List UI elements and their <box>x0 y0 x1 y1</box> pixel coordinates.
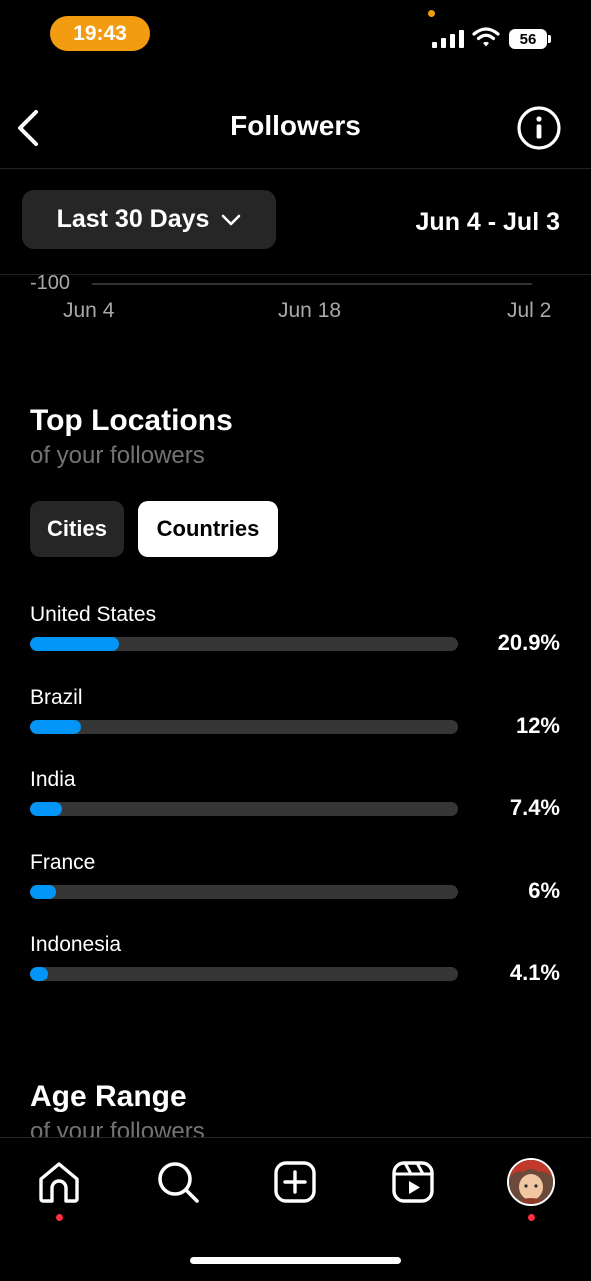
battery-tip <box>548 35 551 43</box>
location-percent: 20.9% <box>497 630 560 655</box>
period-label: Last 30 Days <box>56 205 210 233</box>
header-divider <box>0 168 591 169</box>
location-bar-track <box>30 720 458 734</box>
date-range: Jun 4 - Jul 3 <box>415 208 560 236</box>
chart-x-tick: Jun 4 <box>63 299 115 322</box>
location-name: United States <box>30 603 157 626</box>
location-bar-track <box>30 885 458 899</box>
home-icon[interactable] <box>36 1159 82 1205</box>
location-percent: 7.4% <box>509 795 560 820</box>
location-bar-track <box>30 967 458 981</box>
home-notification-dot <box>56 1214 63 1221</box>
chart-x-tick: Jun 18 <box>278 299 342 322</box>
chart-gridline <box>92 283 532 285</box>
chevron-down-icon <box>222 214 241 225</box>
cellular-signal-icon <box>432 30 464 48</box>
status-time: 19:43 <box>50 16 150 51</box>
location-bar-track <box>30 637 458 651</box>
period-dropdown[interactable]: Last 30 Days <box>22 190 276 249</box>
tab-countries[interactable]: Countries <box>138 501 278 557</box>
selector-divider <box>0 274 591 275</box>
location-percent: 6% <box>528 878 560 903</box>
create-post-icon[interactable] <box>272 1159 318 1205</box>
home-indicator <box>190 1257 401 1264</box>
age-range-title: Age Range <box>30 1080 187 1113</box>
location-percent: 4.1% <box>509 960 560 985</box>
profile-notification-dot <box>528 1214 535 1221</box>
section-subtitle: of your followers <box>30 442 205 469</box>
profile-avatar[interactable] <box>507 1158 555 1206</box>
privacy-indicator <box>428 10 435 17</box>
location-bar-fill <box>30 637 120 651</box>
location-name: France <box>30 851 96 874</box>
chart-x-tick: Jul 2 <box>507 299 552 322</box>
battery-indicator: 56 <box>509 29 547 49</box>
location-bar-fill <box>30 802 62 816</box>
reels-icon[interactable] <box>390 1159 436 1205</box>
location-bar-fill <box>30 720 82 734</box>
info-icon[interactable] <box>516 105 562 151</box>
chart-y-tick: -100 <box>30 272 71 294</box>
wifi-icon <box>472 27 500 47</box>
location-name: India <box>30 768 76 791</box>
tab-cities[interactable]: Cities <box>30 501 124 557</box>
location-bar-track <box>30 802 458 816</box>
location-percent: 12% <box>515 713 560 738</box>
search-icon[interactable] <box>155 1159 201 1205</box>
location-bar-fill <box>30 967 48 981</box>
page-title: Followers <box>230 110 361 141</box>
section-title: Top Locations <box>30 404 233 437</box>
avatar-image <box>509 1160 553 1204</box>
location-name: Indonesia <box>30 933 122 956</box>
location-bar-fill <box>30 885 56 899</box>
location-name: Brazil <box>30 686 83 709</box>
